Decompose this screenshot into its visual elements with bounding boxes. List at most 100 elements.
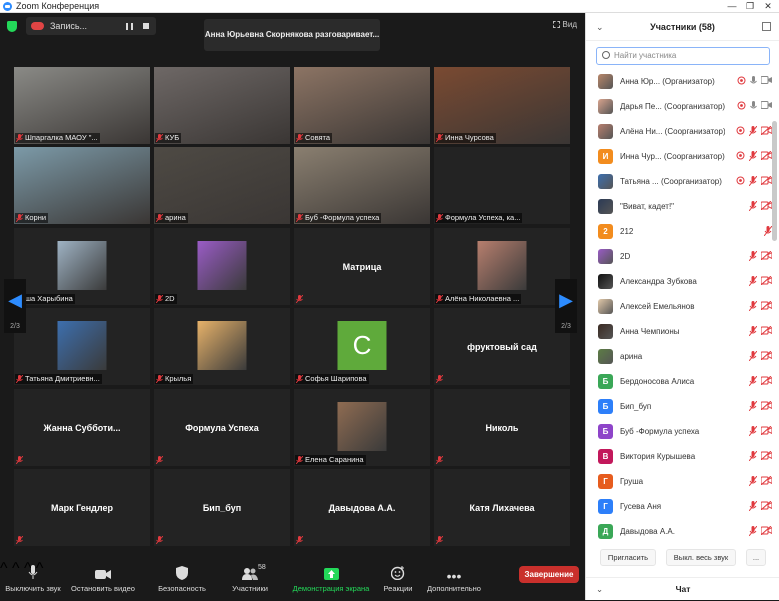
more-button[interactable]: ••• Дополнительно <box>424 564 484 593</box>
participant-row[interactable]: И Инна Чур... (Соорганизатор) <box>586 144 772 169</box>
share-screen-icon <box>323 568 339 580</box>
participant-name: Алёна Ни... (Соорганизатор) <box>620 127 725 136</box>
collapse-chevron-icon[interactable]: ⌄ <box>596 13 604 41</box>
participant-row[interactable]: Г Груша <box>586 469 772 494</box>
video-tile[interactable]: Татьяна Дмитриевн... <box>14 308 150 385</box>
popout-icon[interactable] <box>762 22 771 31</box>
chat-section-header[interactable]: ⌄ Чат <box>586 577 779 600</box>
participant-avatar: Г <box>598 499 613 514</box>
video-tile[interactable]: Давыдова А.А. <box>294 469 430 546</box>
panel-more-button[interactable]: ... <box>746 549 766 566</box>
view-button[interactable]: Вид <box>552 20 577 29</box>
video-tile[interactable]: Буб -Формула успеха <box>294 147 430 224</box>
tile-display-name: Николь <box>485 422 519 433</box>
video-tile[interactable]: Инна Чурсова <box>434 67 570 144</box>
video-tile[interactable]: Формула Успеха, ка... <box>434 147 570 224</box>
participant-search-input[interactable]: Найти участника <box>596 47 770 65</box>
participant-row[interactable]: 2 212 <box>586 219 772 244</box>
mute-button[interactable]: Выключить звук <box>4 564 62 593</box>
share-screen-button[interactable]: Демонстрация экрана <box>292 564 370 593</box>
participants-panel-title: Участники (58) <box>650 22 715 32</box>
participants-button[interactable]: 58 Участники <box>228 564 272 593</box>
video-tile[interactable]: Николь <box>434 389 570 466</box>
next-page-indicator: 2/3 <box>561 323 571 330</box>
muted-mic-icon <box>749 451 757 461</box>
participant-list-scrollbar[interactable] <box>772 121 777 241</box>
stop-recording-icon[interactable] <box>143 23 149 29</box>
mute-all-button[interactable]: Выкл. весь звук <box>666 549 736 566</box>
video-tile[interactable]: Матрица <box>294 228 430 305</box>
prev-page-button[interactable]: ◀ 2/3 <box>4 279 26 333</box>
video-tile[interactable]: ша Харыбина <box>14 228 150 305</box>
participant-row[interactable]: Д Давыдова А.А. <box>586 519 772 544</box>
video-tile[interactable]: Крылья <box>154 308 290 385</box>
video-tile[interactable]: фруктовый сад <box>434 308 570 385</box>
participant-row[interactable]: Александра Зубкова <box>586 269 772 294</box>
participant-name: Алексей Емельянов <box>620 302 695 311</box>
security-button[interactable]: Безопасность <box>154 564 210 593</box>
video-tile[interactable]: С Софья Шарипова <box>294 308 430 385</box>
participant-row[interactable]: Г Гусева Аня <box>586 494 772 519</box>
participants-icon <box>242 568 258 580</box>
encryption-shield-icon[interactable] <box>7 21 17 32</box>
invite-button[interactable]: Пригласить <box>600 549 656 566</box>
close-button[interactable]: ✕ <box>759 0 777 12</box>
participant-status-icons <box>749 351 772 361</box>
reactions-button[interactable]: Реакции <box>380 564 416 593</box>
participant-row[interactable]: Б Бип_буп <box>586 394 772 419</box>
minimize-button[interactable]: — <box>723 0 741 12</box>
participant-row[interactable]: арина <box>586 344 772 369</box>
stop-video-button[interactable]: Остановить видео <box>70 564 136 593</box>
participant-row[interactable]: Татьяна ... (Соорганизатор) <box>586 169 772 194</box>
video-tile[interactable]: Корни <box>14 147 150 224</box>
participant-name: Бип_буп <box>620 402 652 411</box>
video-tile[interactable]: Совята <box>294 67 430 144</box>
video-tile[interactable]: Алёна Николаевна ... <box>434 228 570 305</box>
participant-row[interactable]: Анна Юр... (Организатор) <box>586 69 772 94</box>
active-speaker-banner: Анна Юрьевна Скорнякова разговаривает... <box>204 19 380 51</box>
muted-mic-icon <box>749 176 757 186</box>
participant-row[interactable]: "Виват, кадет!" <box>586 194 772 219</box>
video-tile[interactable]: Марк Гендлер <box>14 469 150 546</box>
video-tile[interactable]: арина <box>154 147 290 224</box>
video-tile[interactable]: Елена Саранина <box>294 389 430 466</box>
recording-eye-icon <box>737 101 746 110</box>
grid-view-icon <box>552 21 560 28</box>
search-placeholder: Найти участника <box>614 51 677 60</box>
video-tile[interactable]: Шпаргалка МАОУ "... <box>14 67 150 144</box>
participants-count: 58 <box>258 564 266 571</box>
participant-avatar: Д <box>598 524 613 539</box>
microphone-icon <box>750 101 757 109</box>
participant-row[interactable]: Анна Чемпионы <box>586 319 772 344</box>
video-tile[interactable]: Катя Лихачева <box>434 469 570 546</box>
participant-row[interactable]: Б Буб -Формула успеха <box>586 419 772 444</box>
video-tile[interactable]: Бип_буп <box>154 469 290 546</box>
participant-row[interactable]: Алексей Емельянов <box>586 294 772 319</box>
pause-recording-icon[interactable] <box>126 22 133 30</box>
video-tile[interactable]: Жанна Субботи... <box>14 389 150 466</box>
participant-status-icons <box>736 176 772 186</box>
participant-row[interactable]: Дарья Пе... (Соорганизатор) <box>586 94 772 119</box>
end-meeting-button[interactable]: Завершение <box>519 566 579 583</box>
participant-avatar <box>337 402 387 451</box>
recording-indicator: Запись... <box>26 17 156 35</box>
video-off-icon <box>761 326 772 335</box>
participant-row[interactable]: 2D <box>586 244 772 269</box>
video-tile[interactable]: КУБ <box>154 67 290 144</box>
microphone-icon <box>28 565 38 579</box>
participant-row[interactable]: В Виктория Курышева <box>586 444 772 469</box>
participant-name: 2D <box>620 252 631 261</box>
maximize-button[interactable]: ❐ <box>741 0 759 12</box>
participant-avatar: С <box>337 321 387 370</box>
next-page-button[interactable]: ▶ 2/3 <box>555 279 577 333</box>
tile-display-name: Марк Гендлер <box>50 502 113 513</box>
participant-row[interactable]: Б Бердоносова Алиса <box>586 369 772 394</box>
participant-row[interactable]: Алёна Ни... (Соорганизатор) <box>586 119 772 144</box>
video-tile[interactable]: 2D <box>154 228 290 305</box>
participant-avatar <box>598 274 613 289</box>
window-title: Zoom Конференция <box>16 1 100 11</box>
stop-video-label: Остановить видео <box>71 584 135 593</box>
video-tile[interactable]: Формула Успеха <box>154 389 290 466</box>
participant-name: Инна Чур... (Соорганизатор) <box>620 152 725 161</box>
participant-avatar: В <box>598 449 613 464</box>
